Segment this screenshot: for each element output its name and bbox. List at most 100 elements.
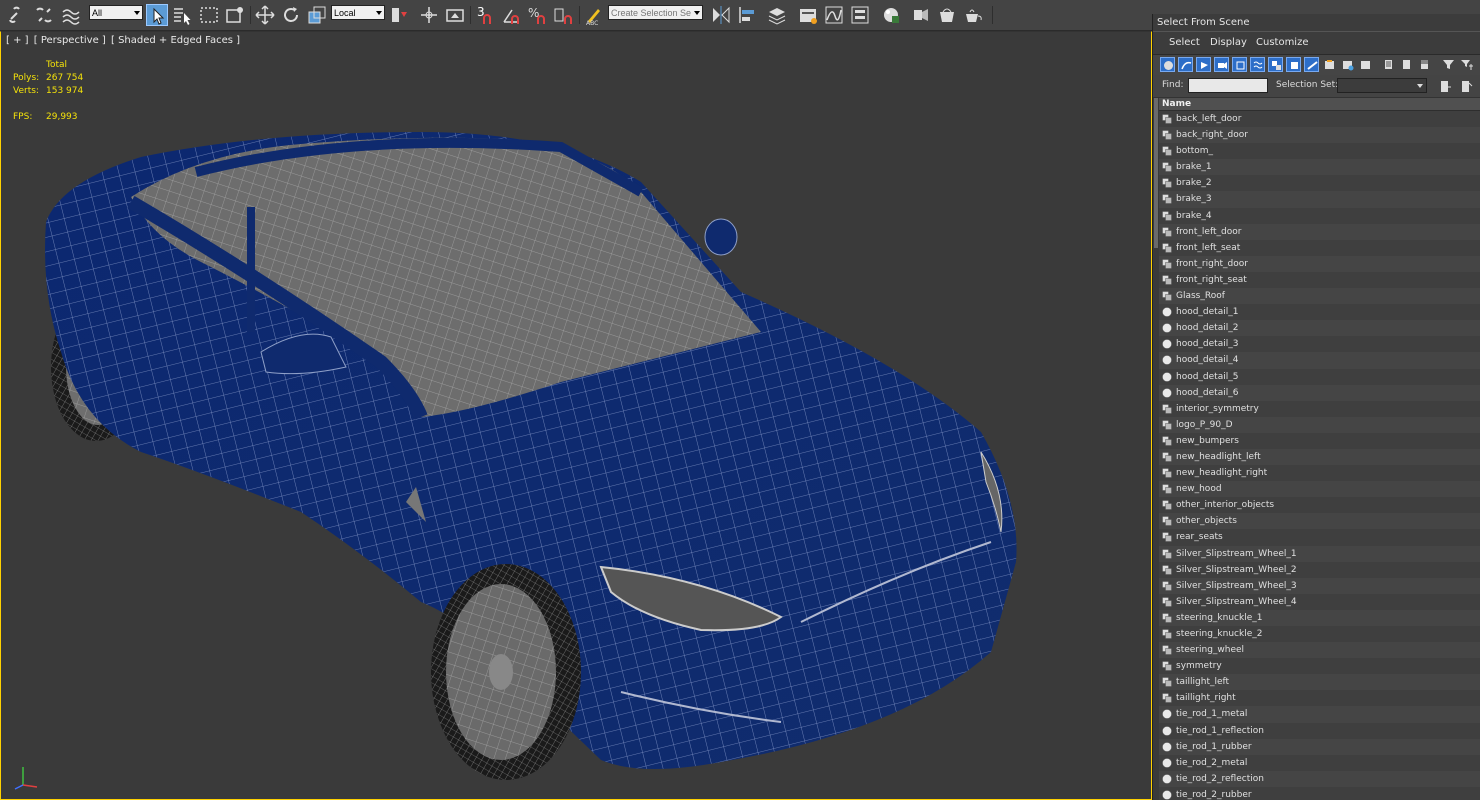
display-helpers-icon[interactable] <box>1232 57 1247 72</box>
list-item[interactable]: tie_rod_2_reflection <box>1159 770 1480 787</box>
list-item[interactable]: steering_knuckle_1 <box>1159 609 1480 626</box>
display-shapes-icon[interactable] <box>1178 57 1193 72</box>
selection-set-dropdown[interactable] <box>1337 78 1427 93</box>
list-item[interactable]: steering_knuckle_2 <box>1159 626 1480 643</box>
layer-explorer-icon[interactable] <box>766 4 788 26</box>
list-item[interactable]: logo_P_90_D <box>1159 416 1480 433</box>
select-and-scale-icon[interactable] <box>306 4 328 26</box>
display-xrefs-icon[interactable] <box>1286 57 1301 72</box>
display-space-warps-icon[interactable] <box>1250 57 1265 72</box>
window-crossing-icon[interactable] <box>224 4 246 26</box>
list-item[interactable]: steering_wheel <box>1159 642 1480 659</box>
list-item[interactable]: tie_rod_2_rubber <box>1159 786 1480 800</box>
menu-customize[interactable]: Customize <box>1256 37 1309 48</box>
column-header-name[interactable]: Name <box>1159 98 1480 111</box>
menu-select[interactable]: Select <box>1169 37 1200 48</box>
display-geometry-icon[interactable] <box>1160 57 1175 72</box>
list-item[interactable]: rear_seats <box>1159 529 1480 546</box>
list-item[interactable]: new_bumpers <box>1159 432 1480 449</box>
select-by-name-icon[interactable] <box>171 4 193 26</box>
list-item[interactable]: front_right_seat <box>1159 271 1480 289</box>
select-and-rotate-icon[interactable] <box>280 4 302 26</box>
toggle-scene-explorer-icon[interactable] <box>797 4 819 26</box>
schematic-view-icon[interactable] <box>849 4 871 26</box>
list-item[interactable]: hood_detail_6 <box>1159 384 1480 401</box>
viewport-shading-mode[interactable]: [ Shaded + Edged Faces ] <box>111 35 240 46</box>
list-item[interactable]: hood_detail_3 <box>1159 336 1480 353</box>
list-item[interactable]: front_left_seat <box>1159 239 1480 256</box>
display-invert-icon[interactable] <box>1417 57 1432 72</box>
list-item[interactable]: hood_detail_2 <box>1159 320 1480 337</box>
remove-set-icon[interactable] <box>1459 79 1474 94</box>
select-and-move-icon[interactable] <box>254 4 276 26</box>
list-item[interactable]: taillight_left <box>1159 674 1480 691</box>
viewport-point-of-view[interactable]: [ Perspective ] <box>34 35 106 46</box>
pivot-center-icon[interactable] <box>389 4 411 26</box>
render-production-icon[interactable] <box>962 4 984 26</box>
curve-editor-icon[interactable] <box>823 4 845 26</box>
filter-icon[interactable] <box>1441 57 1456 72</box>
list-item[interactable]: Glass_Roof <box>1159 288 1480 305</box>
display-bones-icon[interactable] <box>1304 57 1319 72</box>
car-wireframe-model[interactable] <box>1 32 1152 800</box>
find-input[interactable] <box>1188 78 1268 93</box>
list-item[interactable]: front_left_door <box>1159 223 1480 240</box>
rendered-frame-window-icon[interactable] <box>936 4 958 26</box>
percent-snap-icon[interactable]: % <box>526 4 548 26</box>
display-groups-icon[interactable] <box>1268 57 1283 72</box>
list-item[interactable]: symmetry <box>1159 658 1480 675</box>
keyboard-shortcut-override-icon[interactable] <box>444 4 466 26</box>
list-item[interactable]: front_right_door <box>1159 255 1480 272</box>
viewport-menu-plus[interactable]: [ + ] <box>6 35 29 46</box>
scrollbar-thumb[interactable] <box>1154 98 1158 248</box>
angle-snap-icon[interactable] <box>500 4 522 26</box>
list-item[interactable]: other_objects <box>1159 513 1480 530</box>
edit-named-selection-icon[interactable]: ABC <box>583 4 605 26</box>
snaps-toggle-icon[interactable]: 3 <box>474 4 496 26</box>
list-item[interactable]: tie_rod_2_metal <box>1159 754 1480 771</box>
list-item[interactable]: Silver_Slipstream_Wheel_2 <box>1159 561 1480 578</box>
list-item[interactable]: back_right_door <box>1159 127 1480 144</box>
list-item[interactable]: Silver_Slipstream_Wheel_3 <box>1159 577 1480 594</box>
list-item[interactable]: hood_detail_5 <box>1159 368 1480 385</box>
list-item[interactable]: hood_detail_4 <box>1159 352 1480 369</box>
select-all-sets-icon[interactable] <box>1438 79 1453 94</box>
list-item[interactable]: Silver_Slipstream_Wheel_1 <box>1159 545 1480 562</box>
display-frozen-icon[interactable] <box>1340 57 1355 72</box>
list-item[interactable]: tie_rod_1_metal <box>1159 706 1480 723</box>
dialog-title[interactable]: Select From Scene <box>1153 14 1480 31</box>
list-item[interactable]: brake_3 <box>1159 191 1480 208</box>
display-lights-icon[interactable] <box>1196 57 1211 72</box>
list-item[interactable]: hood_detail_1 <box>1159 304 1480 321</box>
list-item[interactable]: new_headlight_right <box>1159 465 1480 482</box>
list-item[interactable]: new_hood <box>1159 481 1480 498</box>
list-item[interactable]: tie_rod_1_reflection <box>1159 722 1480 739</box>
display-cameras-icon[interactable] <box>1214 57 1229 72</box>
list-item[interactable]: brake_1 <box>1159 159 1480 176</box>
list-item[interactable]: tie_rod_1_rubber <box>1159 738 1480 755</box>
hierarchy-filter-icon[interactable] <box>1459 57 1474 72</box>
list-item[interactable]: brake_4 <box>1159 207 1480 224</box>
select-and-link-icon[interactable] <box>6 4 28 26</box>
list-item[interactable]: brake_2 <box>1159 175 1480 192</box>
list-item[interactable]: back_left_door <box>1159 111 1480 128</box>
selection-filter-dropdown[interactable]: All <box>89 5 143 20</box>
material-editor-icon[interactable] <box>880 4 902 26</box>
list-item[interactable]: other_interior_objects <box>1159 497 1480 514</box>
list-item[interactable]: interior_symmetry <box>1159 400 1480 417</box>
mirror-icon[interactable] <box>710 4 732 26</box>
list-item[interactable]: new_headlight_left <box>1159 448 1480 466</box>
named-selection-sets-dropdown[interactable]: Create Selection Se <box>608 5 703 20</box>
display-all-icon[interactable] <box>1381 57 1396 72</box>
rectangular-selection-region-icon[interactable] <box>198 4 220 26</box>
display-containers-icon[interactable] <box>1322 57 1337 72</box>
display-none-icon[interactable] <box>1399 57 1414 72</box>
spinner-snap-icon[interactable] <box>552 4 574 26</box>
viewport-label[interactable]: [ + ] [ Perspective ] [ Shaded + Edged F… <box>6 35 242 46</box>
reference-coordinate-dropdown[interactable]: Local <box>331 5 385 20</box>
unlink-selection-icon[interactable] <box>33 4 55 26</box>
menu-display[interactable]: Display <box>1210 37 1247 48</box>
select-and-manipulate-icon[interactable] <box>418 4 440 26</box>
align-icon[interactable] <box>736 4 758 26</box>
list-item[interactable]: bottom_ <box>1159 143 1480 160</box>
